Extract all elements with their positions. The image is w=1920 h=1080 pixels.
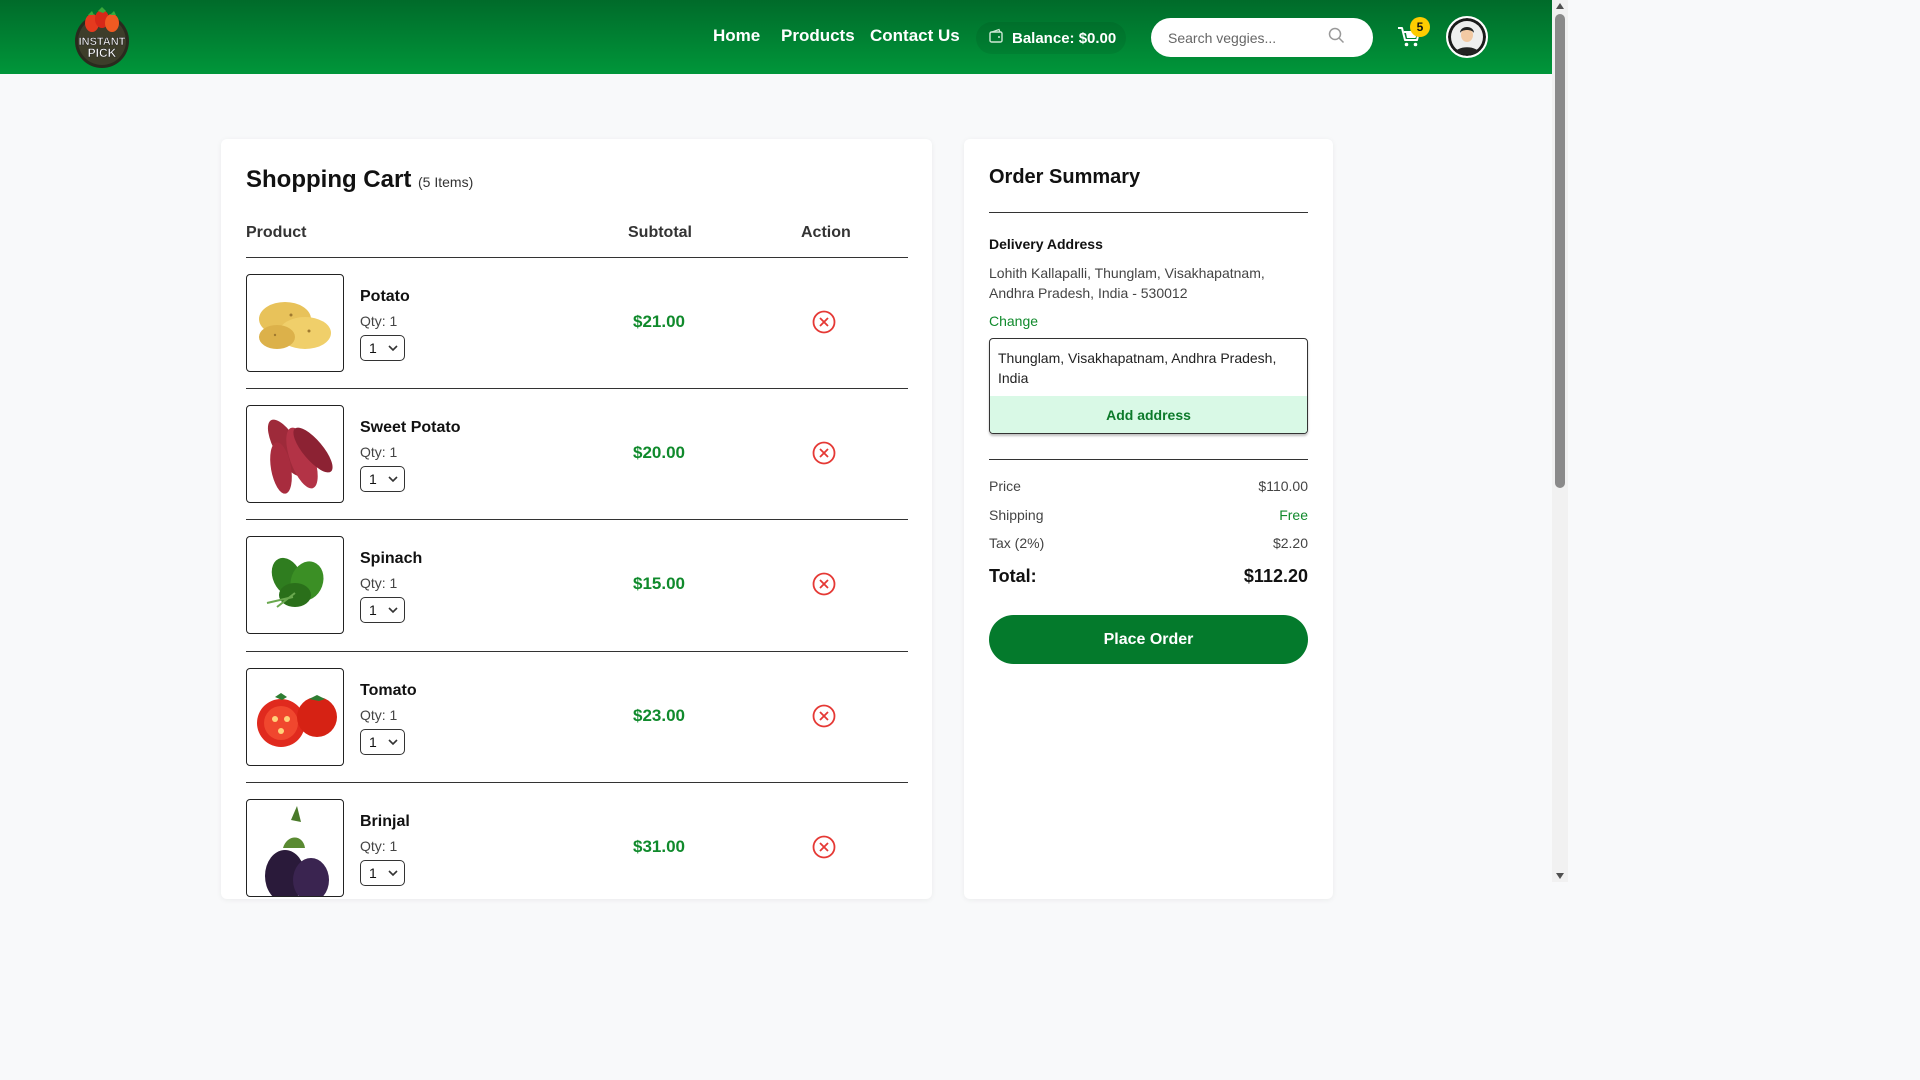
product-subtotal: $31.00 [633,837,685,856]
sweet-potato-image [246,405,344,503]
nav-contact-link[interactable]: Contact Us [870,26,960,46]
remove-item-icon[interactable] [812,572,836,596]
cart-item-count: (5 Items) [418,174,474,190]
price-value: $110.00 [1258,478,1308,494]
place-order-button[interactable]: Place Order [989,615,1308,664]
cart-title-text: Shopping Cart [246,166,412,193]
quantity-select[interactable]: 1 [360,597,405,623]
tax-label: Tax (2%) [989,535,1045,551]
tomato-image [246,668,344,766]
wallet-balance[interactable]: Balance: $0.00 [976,22,1126,54]
add-address-button[interactable]: Add address [990,396,1307,433]
wallet-icon [988,28,1004,48]
order-summary-panel: Order Summary Delivery Address Lohith Ka… [964,139,1333,899]
order-summary-title: Order Summary [989,166,1141,188]
product-name: Spinach [360,550,423,567]
price-label: Price [989,478,1021,494]
delivery-address-label: Delivery Address [989,236,1103,252]
quantity-value: 1 [369,602,377,618]
delivery-address-text: Lohith Kallapalli, Thunglam, Visakhapatn… [989,265,1265,301]
cart-row: Tomato Qty: 1 1 $23.00 [246,651,908,782]
cart-row: Sweet Potato Qty: 1 1 $20.00 [246,388,908,519]
balance-label: Balance: $0.00 [1012,29,1117,47]
brinjal-image [246,799,344,897]
chevron-down-icon [388,607,398,614]
column-header-product: Product [246,224,307,241]
product-qty: Qty: 1 [360,575,398,591]
product-qty: Qty: 1 [360,444,398,460]
remove-item-icon[interactable] [812,441,836,465]
product-subtotal: $21.00 [633,312,685,331]
product-qty: Qty: 1 [360,707,398,723]
product-subtotal: $15.00 [633,574,685,593]
product-name: Sweet Potato [360,419,461,436]
quantity-value: 1 [369,865,377,881]
summary-divider [989,459,1308,460]
svg-text:PICK: PICK [88,46,117,60]
product-qty: Qty: 1 [360,313,398,329]
quantity-select[interactable]: 1 [360,466,405,492]
remove-item-icon[interactable] [812,704,836,728]
product-name: Potato [360,288,410,305]
cart-row: Potato Qty: 1 1 $21.00 [246,257,908,388]
address-option[interactable]: Thunglam, Visakhapatnam, Andhra Pradesh,… [990,339,1307,396]
instant-pick-logo[interactable]: INSTANT PICK [70,5,134,69]
user-avatar[interactable] [1446,16,1488,58]
product-name: Brinjal [360,813,410,830]
shipping-value: Free [1279,507,1308,523]
search-icon[interactable] [1328,27,1345,48]
shopping-cart-panel: Shopping Cart (5 Items) Product Subtotal… [221,139,932,899]
spinach-image [246,536,344,634]
nav-products-link[interactable]: Products [781,26,855,46]
product-subtotal: $20.00 [633,443,685,462]
total-row: Total: $112.20 [989,566,1308,587]
chevron-down-icon [388,739,398,746]
change-address-link[interactable]: Change [989,313,1038,329]
scroll-up-arrow-icon[interactable] [1556,3,1564,9]
potato-image [246,274,344,372]
remove-item-icon[interactable] [812,310,836,334]
address-dropdown: Thunglam, Visakhapatnam, Andhra Pradesh,… [989,338,1308,434]
product-qty: Qty: 1 [360,838,398,854]
product-name: Tomato [360,682,417,699]
quantity-select[interactable]: 1 [360,860,405,886]
cart-title: Shopping Cart (5 Items) [246,166,473,194]
column-header-action: Action [801,224,851,241]
search-bar [1151,18,1373,57]
top-navbar: INSTANT PICK Home Products Contact Us Ba… [0,0,1552,74]
shipping-row: Shipping Free [989,507,1308,523]
quantity-select[interactable]: 1 [360,335,405,361]
quantity-value: 1 [369,734,377,750]
tax-row: Tax (2%) $2.20 [989,535,1308,551]
tax-value: $2.20 [1272,535,1308,551]
remove-item-icon[interactable] [812,835,836,859]
chevron-down-icon [388,476,398,483]
nav-home-link[interactable]: Home [713,26,760,46]
price-row: Price $110.00 [989,478,1308,494]
cart-row: Spinach Qty: 1 1 $15.00 [246,519,908,650]
cart-count-badge: 5 [1410,17,1430,37]
quantity-select[interactable]: 1 [360,729,405,755]
column-header-subtotal: Subtotal [628,224,692,241]
cart-row: Brinjal Qty: 1 1 $31.00 [246,782,908,913]
total-label: Total: [989,566,1037,586]
scrollbar-thumb[interactable] [1555,14,1565,488]
quantity-value: 1 [369,471,377,487]
search-input[interactable] [1168,29,1328,46]
chevron-down-icon [388,345,398,352]
summary-divider [989,212,1308,213]
chevron-down-icon [388,870,398,877]
quantity-value: 1 [369,340,377,356]
total-value: $112.20 [1243,566,1308,586]
shipping-label: Shipping [989,507,1044,523]
product-subtotal: $23.00 [633,706,685,725]
page-scrollbar[interactable] [1552,0,1568,882]
scroll-down-arrow-icon[interactable] [1556,873,1564,879]
